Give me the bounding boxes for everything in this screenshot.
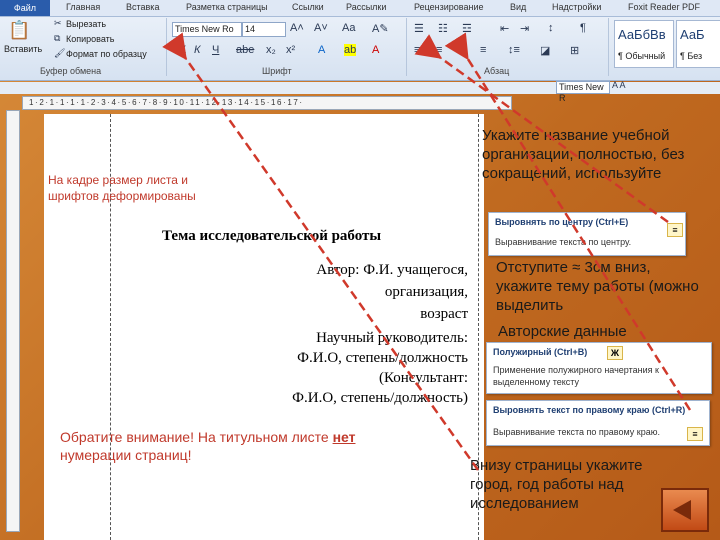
arrow-to-bold xyxy=(162,32,480,471)
annotation-arrows xyxy=(162,32,692,471)
arrow-to-align-right xyxy=(444,32,692,411)
arrow-to-align-center xyxy=(414,34,669,224)
back-arrow-icon[interactable] xyxy=(661,488,709,532)
